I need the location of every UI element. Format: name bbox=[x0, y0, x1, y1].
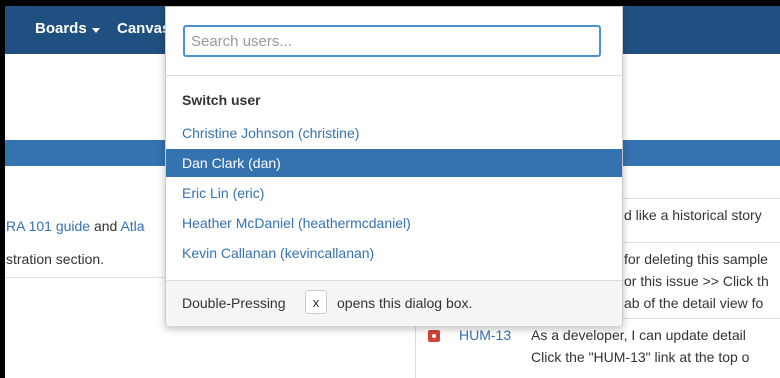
footer-hint-suffix: opens this dialog box. bbox=[337, 295, 473, 311]
user-option-kevincallanan[interactable]: Kevin Callanan (kevincallanan) bbox=[166, 239, 622, 267]
window-border-left bbox=[0, 0, 5, 378]
nav-boards-menu[interactable]: Boards bbox=[35, 20, 87, 37]
user-option-christine[interactable]: Christine Johnson (christine) bbox=[166, 119, 622, 147]
chevron-down-icon[interactable] bbox=[92, 28, 100, 33]
administration-text: stration section. bbox=[6, 251, 105, 267]
content-divider bbox=[5, 277, 165, 278]
atlassian-link[interactable]: Atla bbox=[120, 218, 144, 234]
issue-description: Click the "HUM-13" link at the top o bbox=[531, 349, 750, 365]
search-users-input[interactable] bbox=[191, 31, 591, 51]
footer-hint-prefix: Double-Pressing bbox=[182, 295, 286, 311]
issue-summary[interactable]: or this issue >> Click th bbox=[624, 273, 769, 289]
switch-user-heading: Switch user bbox=[182, 92, 261, 108]
user-option-dan[interactable]: Dan Clark (dan) bbox=[166, 149, 622, 177]
intro-text: RA 101 guide and Atla bbox=[6, 218, 145, 234]
issue-summary[interactable]: As a developer, I can update detail bbox=[531, 327, 746, 343]
issue-summary[interactable]: d like a historical story bbox=[624, 207, 762, 223]
dialog-footer: Double-Pressing x opens this dialog box. bbox=[166, 280, 622, 326]
user-option-heathermcdaniel[interactable]: Heather McDaniel (heathermcdaniel) bbox=[166, 209, 622, 237]
issue-summary[interactable]: ab of the detail view fo bbox=[624, 295, 763, 311]
app-frame: Boards Canvas RA 101 guide and Atla stra… bbox=[0, 0, 780, 378]
and-text: and bbox=[93, 218, 118, 234]
nav-canvas-menu[interactable]: Canvas bbox=[117, 20, 170, 37]
switch-user-dialog: Switch user Christine Johnson (christine… bbox=[165, 6, 623, 326]
keyboard-shortcut-key: x bbox=[305, 290, 327, 314]
search-field[interactable] bbox=[183, 25, 601, 57]
user-option-eric[interactable]: Eric Lin (eric) bbox=[166, 179, 622, 207]
issue-summary[interactable]: for deleting this sample bbox=[624, 251, 768, 267]
issue-key-link[interactable]: HUM-13 bbox=[459, 327, 511, 343]
dialog-divider bbox=[166, 75, 622, 76]
guide-link[interactable]: RA 101 guide bbox=[6, 218, 90, 234]
bug-issue-type-icon bbox=[428, 330, 440, 342]
